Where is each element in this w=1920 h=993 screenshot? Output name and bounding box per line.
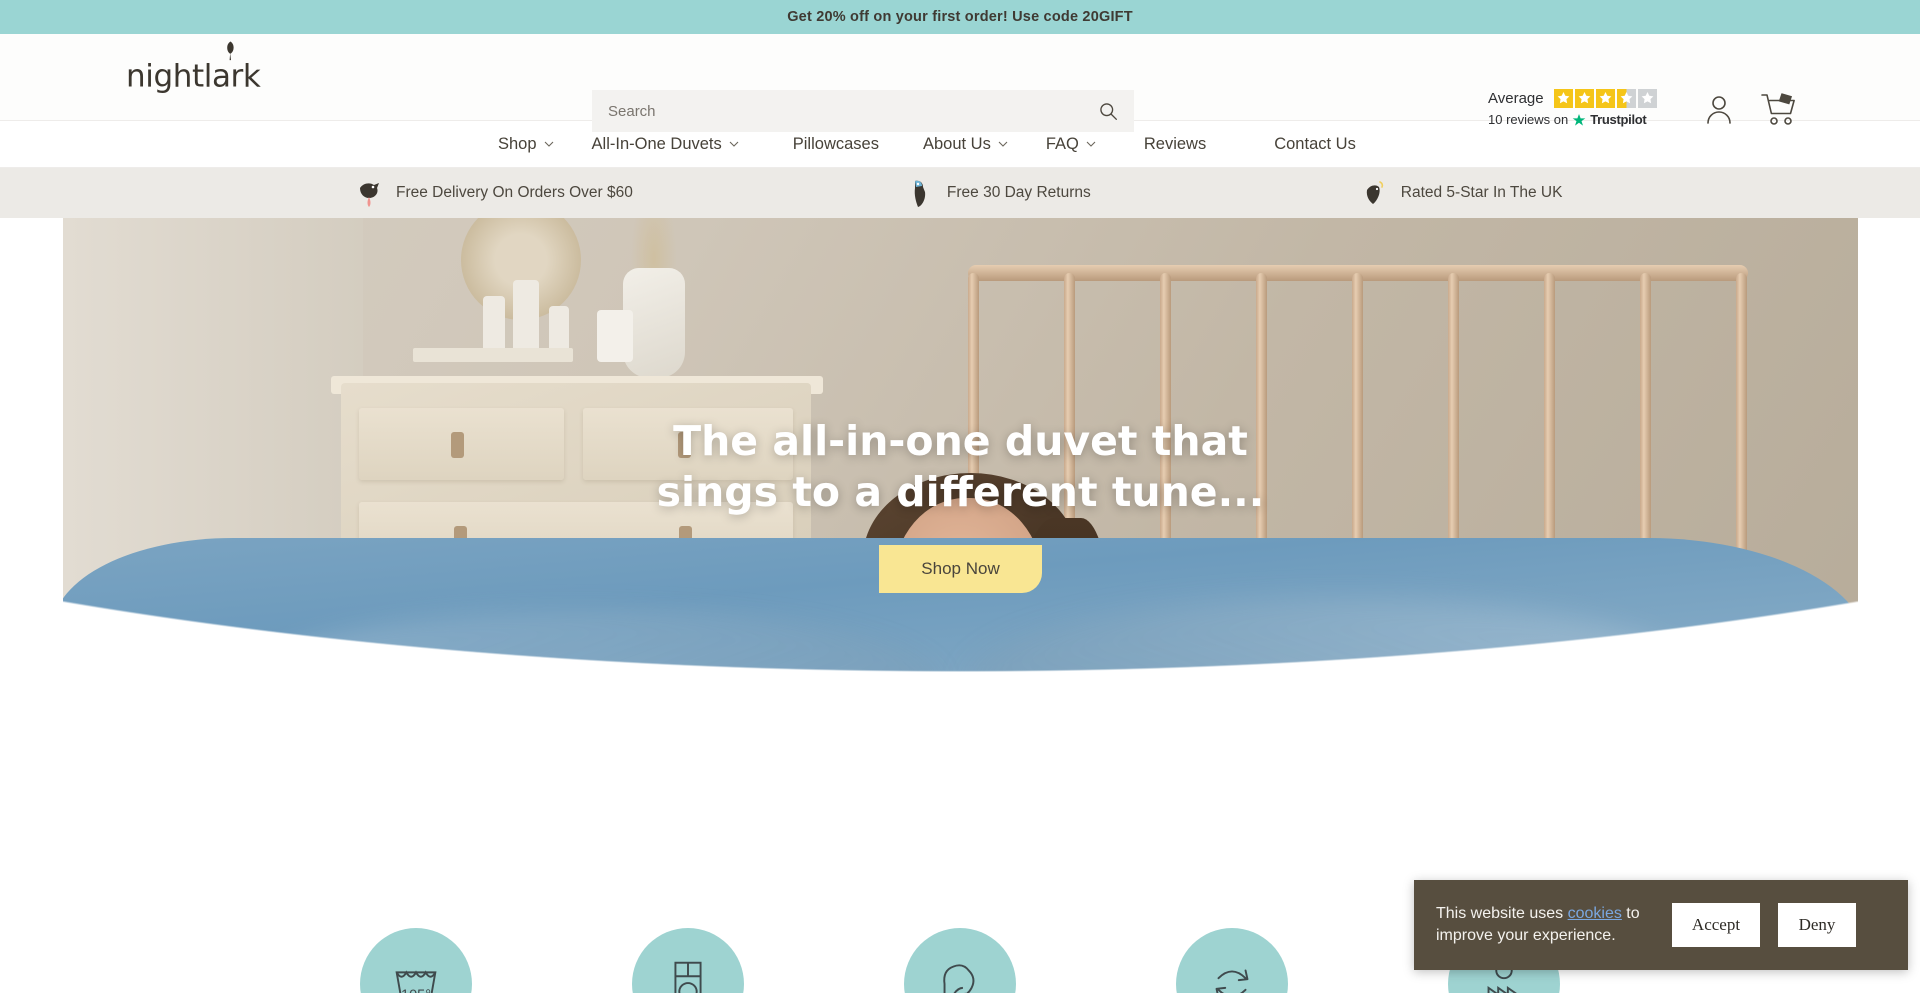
nav-item-contact-us[interactable]: Contact Us [1274,135,1356,154]
user-icon[interactable] [1705,94,1733,124]
star-3-icon [1595,89,1615,108]
search-bar[interactable] [592,90,1134,132]
nav-label: Contact Us [1274,134,1356,153]
nav-label: Reviews [1143,134,1207,153]
bird-icon [1366,181,1383,204]
search-input[interactable] [608,102,1098,120]
nav-label: About Us [922,134,991,153]
shop-now-button[interactable]: Shop Now [879,544,1042,593]
trustpilot-star-icon [1572,113,1586,126]
benefit-label: Free 30 Day Returns [946,184,1091,201]
cookies-link[interactable]: cookies [1568,905,1622,922]
benefit-free-returns: Free 30 Day Returns [907,178,1091,208]
benefit-label: Free Delivery On Orders Over $60 [396,184,633,201]
bird-icon [360,183,379,207]
site-header: nightlark Average [0,34,1920,132]
reversible-icon [1215,969,1249,993]
cookie-text-before: This website uses [1436,904,1568,922]
deny-cookies-button[interactable]: Deny [1778,903,1856,947]
star-2-icon [1574,89,1594,108]
nav-item-shop[interactable]: Shop [498,135,554,154]
brand-logo[interactable]: nightlark [126,41,261,95]
trustpilot-rating-label: Average [1488,90,1544,107]
nav-label: Shop [498,134,537,153]
accept-cookies-button[interactable]: Accept [1672,903,1760,947]
trustpilot-reviews-row: 10 reviews on Trustpilot [1488,112,1684,127]
nav-item-about-us[interactable]: About Us [923,135,1008,154]
cookie-consent-banner: This website uses cookies to improve you… [1414,880,1908,970]
benefits-bar: Free Delivery On Orders Over $60 Free 30… [0,168,1920,218]
nav-label: FAQ [1045,134,1079,153]
bird-icon [227,41,234,61]
benefit-rated-5-star: Rated 5-Star In The UK [1361,178,1563,208]
star-1-icon [1553,89,1573,108]
feature-icon-soft-touch[interactable] [904,928,1016,993]
nav-label: All-In-One Duvets [591,134,722,153]
chevron-down-icon[interactable] [998,141,1008,147]
hero-title-line2: sings to a different tune... [656,468,1265,517]
hero-content: The all-in-one duvet that sings to a dif… [63,218,1858,798]
hero-banner: The all-in-one duvet that sings to a dif… [63,218,1858,798]
bird-icon [914,180,926,207]
brand-logo-text: nightlark [126,58,261,95]
star-4-icon [1616,89,1636,108]
hero-title: The all-in-one duvet that sings to a dif… [657,416,1265,519]
tumble-dry-icon [674,961,702,993]
cart-button[interactable]: 0 [1760,92,1800,126]
wash-105-icon: 105° [395,970,437,993]
nav-item-all-in-one-duvets[interactable]: All-In-One Duvets [592,135,739,154]
trustpilot-widget[interactable]: Average 10 reviews on Trustpilot [1488,89,1684,127]
nav-item-pillowcases[interactable]: Pillowcases [793,135,879,154]
trustpilot-reviews-count: 10 reviews on [1488,112,1569,127]
nav-item-faq[interactable]: FAQ [1046,135,1096,154]
svg-text:105°: 105° [401,987,431,993]
feature-icon-reversible[interactable] [1176,928,1288,993]
promo-text: Get 20% off on your first order! Use cod… [787,9,1133,25]
chevron-down-icon[interactable] [729,141,739,147]
star-5-icon [1637,89,1657,108]
cookie-message: This website uses cookies to improve you… [1436,903,1654,947]
feature-icon-tumble-dry[interactable] [632,928,744,993]
nav-label: Pillowcases [792,134,879,153]
chevron-down-icon[interactable] [1086,141,1096,147]
feature-icon-wash-105[interactable]: 105° [360,928,472,993]
search-icon[interactable] [1098,101,1118,121]
hero-section: The all-in-one duvet that sings to a dif… [0,218,1920,818]
benefit-free-delivery: Free Delivery On Orders Over $60 [356,178,633,208]
hero-title-line1: The all-in-one duvet that [673,417,1248,465]
chevron-down-icon[interactable] [544,141,554,147]
trustpilot-stars [1553,89,1657,108]
nav-item-reviews[interactable]: Reviews [1144,135,1206,154]
cart-icon[interactable] [1760,92,1800,126]
benefit-label: Rated 5-Star In The UK [1400,184,1563,201]
trustpilot-rating-row: Average [1488,89,1684,108]
promo-bar: Get 20% off on your first order! Use cod… [0,0,1920,34]
soft-touch-icon [943,964,975,993]
trustpilot-brand: Trustpilot [1590,112,1647,127]
